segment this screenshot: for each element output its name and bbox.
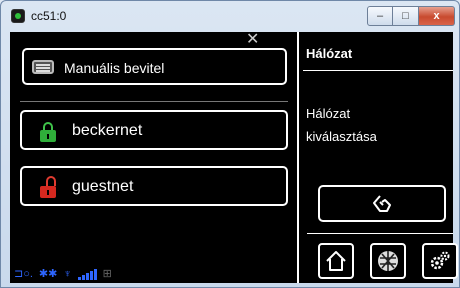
home-icon [326,251,346,271]
home-button[interactable] [318,243,354,279]
close-list-icon[interactable]: ✕ [246,32,259,48]
app-window: cc51:0 – □ x Manuális bevitel ✕ beckerne… [0,0,460,288]
device-screen: Manuális bevitel ✕ beckernet guestnet ⊐○… [10,32,458,283]
globe-icon [378,251,398,271]
description-line-1: Hálózat [306,106,351,121]
page-title: Hálózat [306,46,353,61]
signal-strength-icon [77,268,97,280]
window-title: cc51:0 [31,9,67,23]
network-link-icon: ✱✱ [38,268,58,280]
app-icon [11,9,25,23]
title-bar: cc51:0 – □ x [1,1,459,31]
divider [20,101,288,102]
globe-button[interactable] [370,243,406,279]
manual-entry-button[interactable]: Manuális bevitel [22,48,287,85]
settings-button[interactable] [422,243,458,279]
wifi-antenna-icon: ♆ [63,268,72,280]
maximize-button[interactable]: □ [393,6,419,26]
keyboard-icon [32,60,54,74]
back-button[interactable] [318,185,446,222]
title-divider [303,70,453,71]
status-bar: ⊐○. ✱✱ ♆ ⊞ [14,266,112,280]
minimize-button[interactable]: – [367,6,393,26]
manual-entry-label: Manuális bevitel [64,60,165,76]
description-line-2: kiválasztása [306,129,377,144]
info-pane: Hálózat Hálózat kiválasztása [299,32,458,283]
nav-divider [307,233,453,234]
lock-open-icon [40,176,56,198]
gears-icon [430,251,450,270]
network-item-guestnet[interactable]: guestnet [20,166,288,206]
lock-closed-icon [40,122,56,142]
lan-icon: ⊞ [102,268,112,280]
back-hand-icon [373,194,391,212]
plug-icon: ⊐○. [14,268,33,280]
network-list-pane: Manuális bevitel ✕ beckernet guestnet ⊐○… [10,32,297,283]
network-item-beckernet[interactable]: beckernet [20,110,288,150]
network-name: guestnet [72,178,134,195]
close-button[interactable]: x [419,6,455,26]
network-name: beckernet [72,122,143,139]
